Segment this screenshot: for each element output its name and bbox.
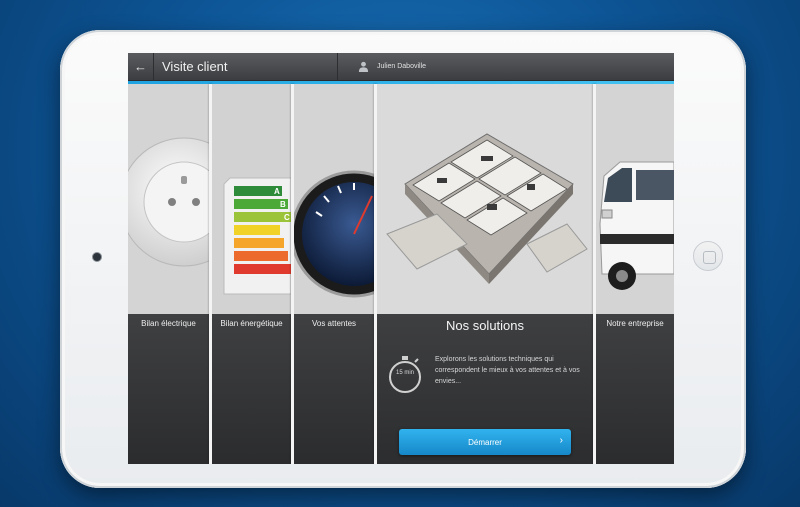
energy-letter-a: A xyxy=(274,187,280,196)
panel-notre-entreprise[interactable]: Notre entreprise xyxy=(596,84,674,464)
energy-letter-b: B xyxy=(280,200,286,209)
home-button[interactable] xyxy=(693,241,723,271)
user-name: Julien Daboville xyxy=(377,63,427,70)
solutions-info: 15 min Explorons les solutions technique… xyxy=(387,354,583,394)
user-info: Julien Daboville xyxy=(338,61,426,72)
energy-label-image: A B C xyxy=(212,84,291,314)
panel-bilan-energetique[interactable]: A B C Bilan énergétique xyxy=(212,84,291,464)
panel-label-energetique: Bilan énergétique xyxy=(220,319,283,328)
camera-icon xyxy=(93,253,101,261)
app-screen: ← Visite client Julien Daboville Bilan é… xyxy=(128,53,674,464)
chevron-right-icon: › xyxy=(559,435,563,446)
panel-label-solutions: Nos solutions xyxy=(445,318,525,333)
panel-strip: Bilan électrique A B C Bilan énergétique… xyxy=(128,84,674,464)
start-button-label: Démarrer xyxy=(468,437,502,447)
top-bar: ← Visite client Julien Daboville xyxy=(128,53,674,81)
house-plan-image xyxy=(377,84,593,314)
panel-bilan-electrique[interactable]: Bilan électrique xyxy=(128,84,209,464)
back-button[interactable]: ← xyxy=(128,53,154,81)
panel-label-entreprise: Notre entreprise xyxy=(606,319,664,328)
page-title: Visite client xyxy=(154,53,338,81)
gauge-image xyxy=(294,84,374,314)
panel-nos-solutions[interactable]: Nos solutions 15 min Explorons les solut… xyxy=(377,84,593,464)
arrow-left-icon: ← xyxy=(134,59,147,74)
timer-label: 15 min xyxy=(395,370,414,376)
panel-label-attentes: Vos attentes xyxy=(311,319,357,328)
electrical-outlet-image xyxy=(128,84,209,314)
stopwatch-icon: 15 min xyxy=(387,354,423,394)
solutions-description: Explorons les solutions techniques qui c… xyxy=(435,356,580,385)
van-image xyxy=(596,84,674,314)
panel-label-electrique: Bilan électrique xyxy=(141,319,196,328)
energy-letter-c: C xyxy=(284,213,290,222)
user-icon xyxy=(358,61,369,72)
panel-vos-attentes[interactable]: Vos attentes xyxy=(294,84,374,464)
start-button[interactable]: Démarrer › xyxy=(399,429,571,455)
